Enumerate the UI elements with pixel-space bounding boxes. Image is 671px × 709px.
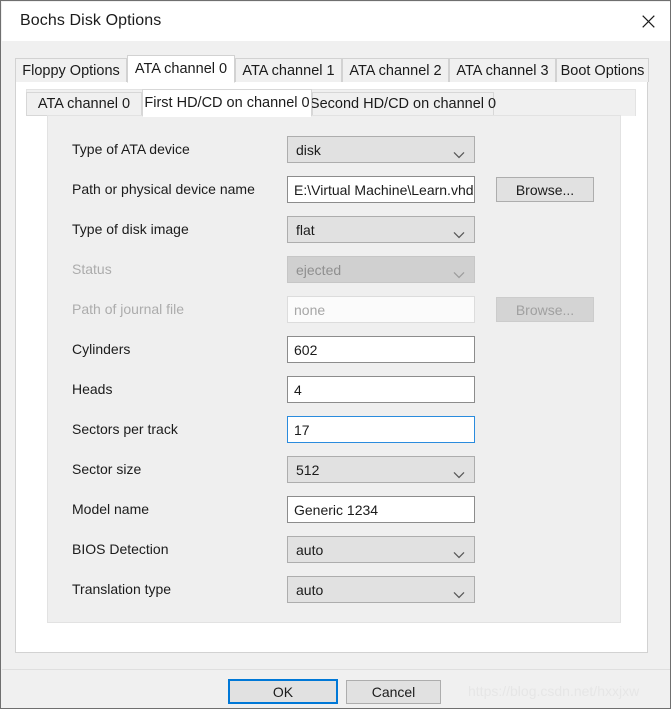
input-value: none [294,302,326,318]
tab-ata-channel-2[interactable]: ATA channel 2 [342,58,449,82]
tab-label: ATA channel 0 [134,61,228,77]
select-type-of-ata-device[interactable]: disk [287,136,475,163]
label-status: Status [72,261,112,277]
tab-label: Floppy Options [22,62,120,79]
dialog-footer: OK Cancel https://blog.csdn.net/hxxjxw [2,669,670,708]
label-translation-type: Translation type [72,581,172,597]
input-model-name[interactable]: Generic 1234 [287,496,475,523]
chevron-down-icon [453,146,465,164]
inner-tab-label: Second HD/CD on channel 0 [309,96,497,112]
input-value: 602 [294,342,318,358]
ok-button[interactable]: OK [228,679,338,704]
label-path-of-journal-file: Path of journal file [72,301,185,317]
select-value: disk [296,142,321,158]
form-row-path-or-physical-device-name: Path or physical device name E:\Virtual M… [48,176,620,204]
cancel-button[interactable]: Cancel [346,680,441,704]
inner-tabstrip: ATA channel 0 First HD/CD on channel 0 Sec… [26,89,636,117]
select-bios-detection[interactable]: auto [287,536,475,563]
label-bios-detection: BIOS Detection [72,541,169,557]
input-value: 17 [294,422,310,438]
form-row-type-of-ata-device: Type of ATA device disk [48,136,620,164]
form-row-sectors-per-track: Sectors per track 17 [48,416,620,444]
watermark-text: https://blog.csdn.net/hxxjxw [468,683,640,699]
tab-label: Boot Options [560,62,645,79]
form-row-translation-type: Translation type auto [48,576,620,604]
chevron-down-icon [453,546,465,564]
select-value: 512 [296,462,320,478]
chevron-down-icon [453,266,465,284]
chevron-down-icon [453,466,465,484]
window-title: Bochs Disk Options [20,12,162,29]
form-row-status: Status ejected [48,256,620,284]
form-row-cylinders: Cylinders 602 [48,336,620,364]
label-cylinders: Cylinders [72,341,131,357]
chevron-down-icon [453,226,465,244]
close-button[interactable] [625,2,670,41]
input-heads[interactable]: 4 [287,376,475,403]
input-path-or-physical-device-name[interactable]: E:\Virtual Machine\Learn.vhd [287,176,475,203]
inner-tab-second-hd-cd-on-channel-0[interactable]: Second HD/CD on channel 0 [309,92,497,116]
tab-label: ATA channel 3 [456,62,549,79]
inner-tab-ata-channel-0[interactable]: ATA channel 0 [26,92,142,116]
select-value: auto [296,582,324,598]
label-sectors-per-track: Sectors per track [72,421,178,437]
inner-tab-label: ATA channel 0 [37,96,131,112]
bochs-disk-options-dialog: Bochs Disk Options ATA channel 0 First HD… [0,0,671,709]
select-translation-type[interactable]: auto [287,576,475,603]
label-type-of-ata-device: Type of ATA device [72,141,190,157]
tab-page-ata-channel-0: ATA channel 0 First HD/CD on channel 0 Sec… [15,81,648,653]
tab-boot-options[interactable]: Boot Options [556,58,649,82]
form-row-heads: Heads 4 [48,376,620,404]
tab-label: ATA channel 1 [242,62,335,79]
tab-floppy-options[interactable]: Floppy Options [15,58,127,82]
input-value: Generic 1234 [294,502,379,518]
label-sector-size: Sector size [72,461,142,477]
form-row-model-name: Model name Generic 1234 [48,496,620,524]
inner-tab-label: First HD/CD on channel 0 [144,95,310,111]
form-row-bios-detection: BIOS Detection auto [48,536,620,564]
label-type-of-disk-image: Type of disk image [72,221,189,237]
close-icon [641,15,655,28]
inner-tab-first-hd-cd-on-channel-0[interactable]: First HD/CD on channel 0 [142,89,312,117]
browse-button-path-of-journal-file: Browse... [496,297,594,322]
tab-ata-channel-1[interactable]: ATA channel 1 [235,58,342,82]
tab-ata-channel-3[interactable]: ATA channel 3 [449,58,556,82]
title-bar: Bochs Disk Options [2,2,670,41]
input-value: E:\Virtual Machine\Learn.vhd [294,182,474,198]
outer-tabstrip: Floppy Options ATA channel 0 ATA channel 1… [15,55,649,83]
label-heads: Heads [72,381,113,397]
device-settings-panel: Type of ATA device disk Path or physical d… [47,115,621,623]
label-model-name: Model name [72,501,150,517]
form-row-sector-size: Sector size 512 [48,456,620,484]
select-sector-size[interactable]: 512 [287,456,475,483]
browse-button-path-or-physical-device-name[interactable]: Browse... [496,177,594,202]
select-type-of-disk-image[interactable]: flat [287,216,475,243]
select-value: flat [296,222,315,238]
dialog-body: ATA channel 0 First HD/CD on channel 0 Sec… [2,41,670,669]
input-cylinders[interactable]: 602 [287,336,475,363]
form-row-path-of-journal-file: Path of journal file none Browse... [48,296,620,324]
select-value: ejected [296,262,342,278]
input-path-of-journal-file: none [287,296,475,323]
label-path-or-physical-device-name: Path or physical device name [72,181,255,197]
input-sectors-per-track[interactable]: 17 [287,416,475,443]
tab-ata-channel-0[interactable]: ATA channel 0 [127,55,235,83]
input-value: 4 [294,382,302,398]
tab-label: ATA channel 2 [349,62,442,79]
select-value: auto [296,542,324,558]
form-row-type-of-disk-image: Type of disk image flat [48,216,620,244]
chevron-down-icon [453,586,465,604]
select-status: ejected [287,256,475,283]
